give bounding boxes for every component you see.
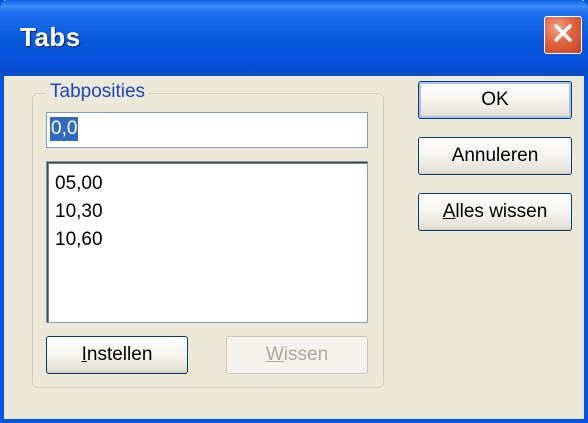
clear-button-label: issen — [283, 344, 329, 365]
ok-button[interactable]: OK — [418, 81, 572, 119]
clear-button-mnemonic: W — [265, 344, 284, 365]
clear-button[interactable]: Wissen — [226, 336, 368, 374]
cancel-button[interactable]: Annuleren — [418, 137, 572, 175]
list-item[interactable]: 10,60 — [55, 226, 359, 254]
clear-all-button-mnemonic: A — [442, 201, 456, 222]
close-icon — [552, 22, 574, 49]
close-button[interactable] — [544, 16, 582, 54]
cancel-button-label: Annuleren — [451, 145, 539, 166]
clear-all-button-label: lles wissen — [455, 201, 548, 222]
set-button-label: nstellen — [86, 344, 153, 365]
ok-button-label: OK — [481, 89, 509, 110]
tab-position-value: 0,0 — [48, 116, 80, 142]
set-button[interactable]: Instellen — [46, 336, 188, 374]
group-label: Tabposities — [47, 81, 149, 103]
title-bar[interactable]: Tabs — [0, 0, 588, 76]
tab-position-input[interactable]: 0,0 — [46, 112, 368, 148]
list-item[interactable]: 05,00 — [55, 170, 359, 198]
window-title: Tabs — [20, 22, 81, 52]
clear-all-button[interactable]: Alles wissen — [418, 193, 572, 231]
list-item[interactable]: 10,30 — [55, 198, 359, 226]
tab-positions-list[interactable]: 05,00 10,30 10,60 — [46, 161, 368, 323]
